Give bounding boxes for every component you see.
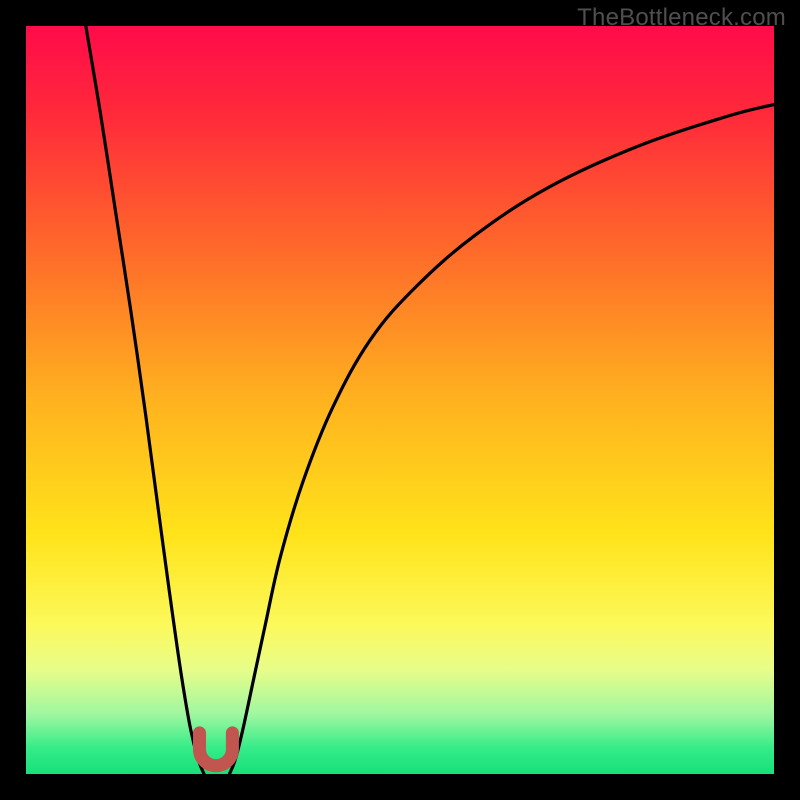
bottleneck-chart — [26, 26, 774, 774]
chart-frame: { "watermark": "TheBottleneck.com", "col… — [0, 0, 800, 800]
watermark-text: TheBottleneck.com — [577, 4, 786, 32]
